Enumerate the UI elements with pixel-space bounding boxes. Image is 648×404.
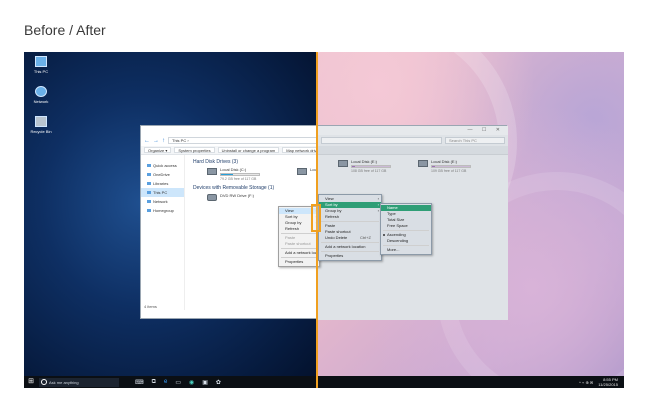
nav-item-quick-access[interactable]: Quick access — [141, 161, 184, 170]
page-title: Before / After — [24, 22, 106, 38]
menu-separator — [321, 251, 379, 252]
nav-item-onedrive[interactable]: OneDrive — [141, 170, 184, 179]
app-icon[interactable]: ▣ — [202, 379, 208, 386]
menu-separator — [281, 233, 317, 234]
menu-item-paste-shortcut[interactable]: Paste shortcut — [279, 241, 319, 247]
network-icon — [147, 200, 151, 203]
cloud-icon — [147, 173, 151, 176]
menu-separator — [383, 230, 429, 231]
nav-item-network[interactable]: Network — [141, 197, 184, 206]
recycle-bin-icon — [35, 116, 47, 127]
submenu-item-more[interactable]: More... — [381, 247, 431, 253]
nav-item-this-pc[interactable]: This PC — [141, 188, 184, 197]
hard-drive-icon — [418, 160, 428, 167]
uninstall-program-button[interactable]: Uninstall or change a program — [217, 147, 280, 153]
drive-e-2[interactable]: Local Disk (E:) 109 GB free of 117 GB — [418, 159, 471, 173]
desktop-icon-network[interactable]: Network — [28, 86, 54, 104]
homegroup-icon — [147, 209, 151, 212]
star-icon — [147, 164, 151, 167]
app-icon[interactable]: ◉ — [189, 379, 194, 386]
back-arrow-icon[interactable]: ← — [144, 138, 150, 144]
dvd-drive-icon — [207, 194, 217, 201]
menu-item-undo-delete[interactable]: Undo Delete Ctrl+Z — [319, 235, 381, 241]
cortana-circle-icon — [41, 379, 47, 385]
before-after-comparison[interactable]: This PC Network Recycle Bin — ☐ ✕ ← → ↑ … — [24, 52, 624, 388]
drive-usage-bar — [431, 165, 471, 168]
tray-icons[interactable]: ^ ⌁ ⊕ ✉ — [579, 380, 593, 385]
drive-usage-bar — [351, 165, 391, 168]
up-arrow-icon[interactable]: ↑ — [162, 138, 165, 144]
nav-item-libraries[interactable]: Libraries — [141, 179, 184, 188]
dvd-drive[interactable]: DVD RW Drive (F:) — [207, 193, 254, 201]
settings-gear-icon[interactable]: ✿ — [216, 379, 221, 386]
computer-icon — [35, 56, 47, 67]
start-windows-icon[interactable]: ⊞ — [26, 377, 36, 387]
window-controls[interactable]: — ☐ ✕ — [468, 127, 504, 133]
drive-e[interactable]: Local Disk (E:) 108 GB free of 117 GB — [338, 159, 391, 173]
search-input[interactable]: Search This PC — [445, 137, 505, 144]
desktop-icon-this-pc[interactable]: This PC — [28, 56, 54, 74]
hard-drive-icon — [297, 168, 307, 175]
menu-separator — [321, 221, 379, 222]
computer-icon — [147, 191, 151, 194]
desktop-icon-recycle-bin[interactable]: Recycle Bin — [28, 116, 54, 134]
menu-item-properties[interactable]: Properties — [319, 253, 381, 259]
network-icon — [35, 86, 47, 97]
context-menu-after[interactable]: View › Sort by › Group by › Refresh Paste P… — [318, 194, 382, 261]
submenu-item-descending[interactable]: Descending — [381, 238, 431, 244]
multitask-icon[interactable]: ⧉ — [152, 379, 156, 386]
menu-item-properties[interactable]: Properties — [279, 259, 319, 265]
nav-item-homegroup[interactable]: Homegroup — [141, 206, 184, 215]
clock[interactable]: 8:55 PM 11/25/2015 — [598, 377, 618, 387]
system-properties-button[interactable]: System properties — [174, 147, 215, 153]
group-header-hard-disk[interactable]: Hard Disk Drives (3) — [193, 159, 238, 165]
organize-button[interactable]: Organize ▾ — [144, 147, 172, 153]
file-explorer-icon[interactable]: ▭ — [175, 379, 181, 386]
navigation-pane: Quick access OneDrive Libraries This PC … — [141, 155, 185, 310]
submenu-item-free-space[interactable]: Free Space — [381, 223, 431, 229]
status-bar: 4 items — [144, 304, 157, 309]
cortana-search-box[interactable]: Ask me anything — [39, 377, 119, 387]
context-submenu-sort-by[interactable]: Name Type Total Size Free Space Ascendin… — [380, 203, 432, 255]
forward-arrow-icon[interactable]: → — [153, 138, 159, 144]
menu-separator — [281, 257, 317, 258]
menu-separator — [383, 245, 429, 246]
system-tray[interactable]: ^ ⌁ ⊕ ✉ 8:55 PM 11/25/2015 — [579, 377, 618, 387]
taskbar-pinned-apps: ⌨ ⧉ e ▭ ◉ ▣ ✿ — [135, 379, 221, 386]
menu-separator — [321, 242, 379, 243]
comparison-slider-handle[interactable] — [311, 204, 321, 232]
hard-drive-icon — [207, 168, 217, 175]
edge-icon[interactable]: e — [164, 379, 167, 386]
library-icon — [147, 182, 151, 185]
menu-item-refresh[interactable]: Refresh — [319, 214, 381, 220]
menu-separator — [281, 248, 317, 249]
hard-drive-icon — [338, 160, 348, 167]
menu-item-add-network-location[interactable]: Add a network location — [319, 244, 381, 250]
drive-c[interactable]: Local Disk (C:) 79.2 GB free of 117 GB — [207, 167, 260, 181]
menu-item-add-network-location[interactable]: Add a network location — [279, 250, 325, 256]
group-header-removable[interactable]: Devices with Removable Storage (1) — [193, 185, 274, 191]
task-view-icon[interactable]: ⌨ — [135, 379, 144, 386]
drive-usage-bar — [220, 173, 260, 176]
taskbar: ⊞ Ask me anything ⌨ ⧉ e ▭ ◉ ▣ ✿ ^ ⌁ ⊕ ✉ … — [24, 376, 624, 388]
